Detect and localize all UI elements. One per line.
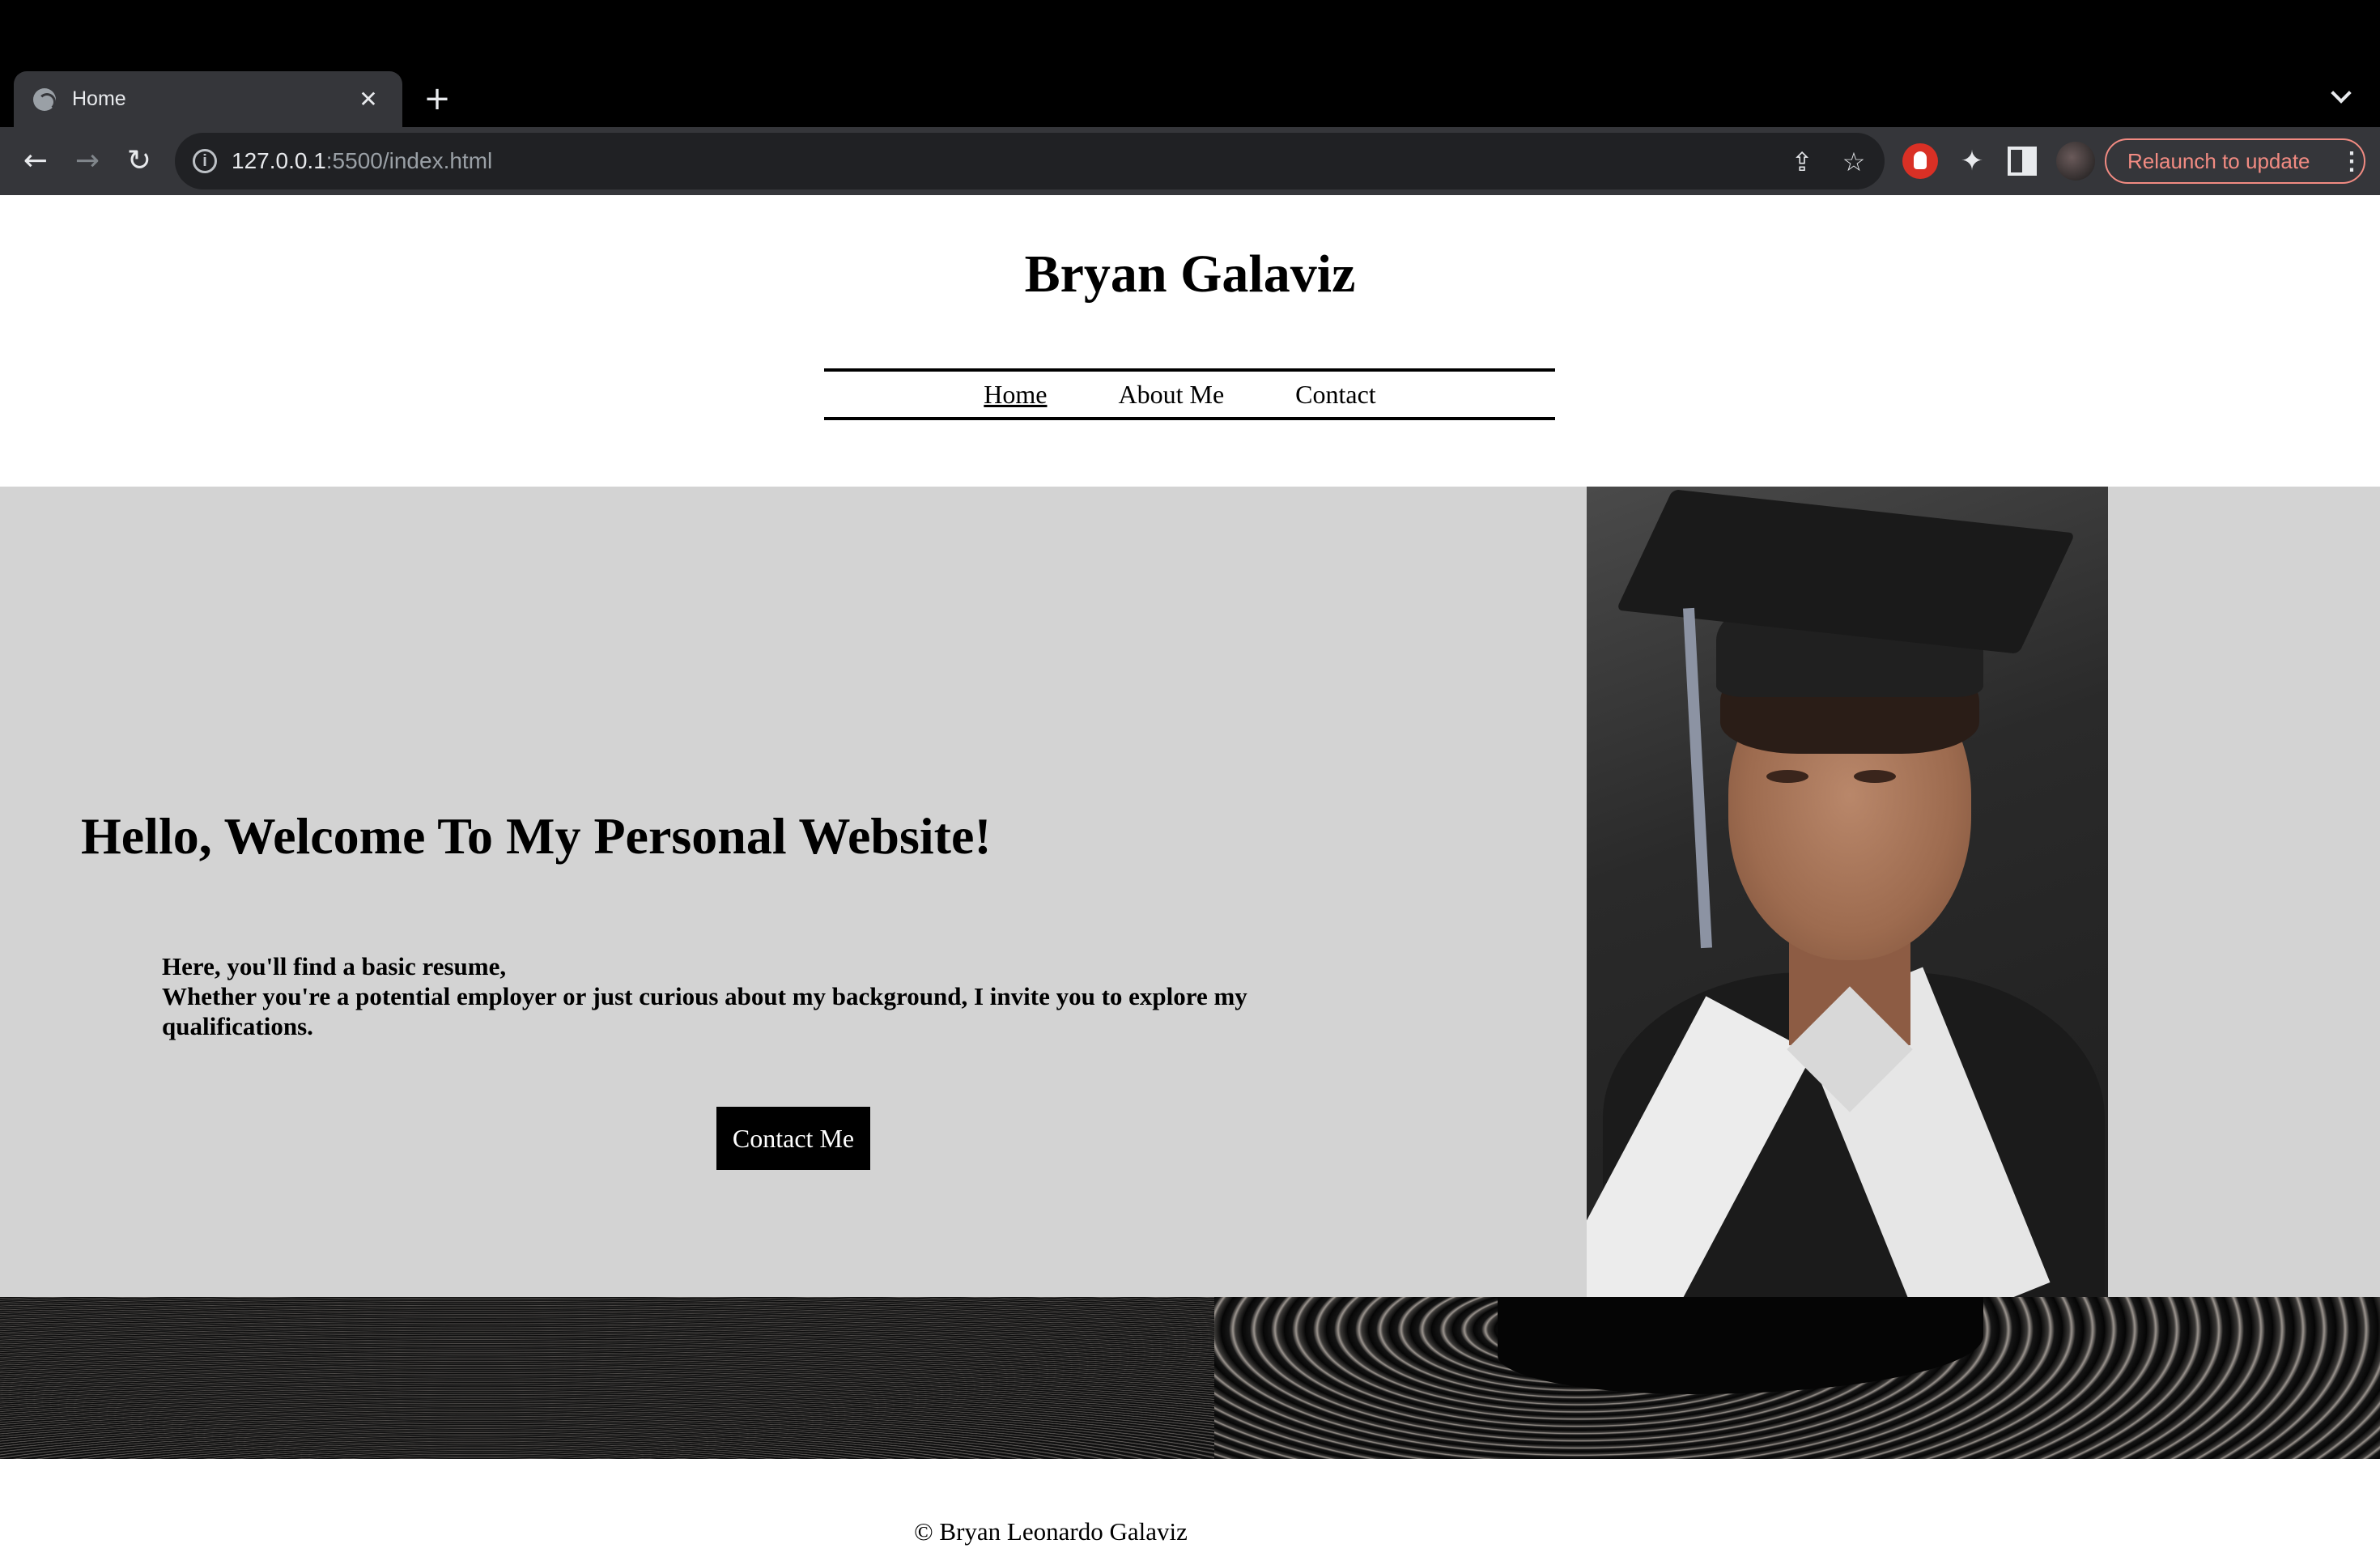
relaunch-button[interactable]: Relaunch to update ⋮ [2105,138,2365,184]
hero-section: Hello, Welcome To My Personal Website! H… [0,487,2380,1297]
hero-intro: Here, you'll find a basic resume, Whethe… [162,951,1311,1041]
bookmark-star-icon[interactable]: ☆ [1838,146,1870,178]
tab-title: Home [72,87,126,110]
nav-link-contact[interactable]: Contact [1295,380,1376,410]
forward-icon[interactable]: → [68,142,107,181]
address-bar[interactable]: i 127.0.0.1:5500/index.html ⇪ ☆ [175,133,1885,189]
close-tab-icon[interactable]: ✕ [354,86,383,113]
hero-intro-line-2: Whether you're a potential employer or j… [162,982,1247,1040]
puzzle-icon[interactable]: ✦ [1954,143,1990,179]
side-panel-icon[interactable] [2008,147,2037,176]
profile-avatar[interactable] [2056,142,2095,181]
site-nav: Home About Me Contact [824,368,1555,420]
web-page: Bryan Galaviz Home About Me Contact Hell… [0,195,2380,1548]
nav-link-home[interactable]: Home [984,380,1047,410]
new-tab-button[interactable]: + [419,78,455,120]
contact-me-button[interactable]: Contact Me [716,1107,870,1170]
hero-intro-line-1: Here, you'll find a basic resume, [162,952,507,980]
graduation-portrait-image [1587,487,2108,1297]
nav-link-about-me[interactable]: About Me [1119,380,1225,410]
browser-tab-home[interactable]: Home ✕ [14,71,402,127]
tab-search-chevron-icon[interactable] [2327,81,2356,110]
info-icon[interactable]: i [193,149,217,173]
extension-icon[interactable] [1902,143,1938,179]
globe-icon [33,87,56,111]
reload-icon[interactable]: ↻ [120,142,159,181]
url-text[interactable]: 127.0.0.1:5500/index.html [232,148,492,174]
menu-dots-icon[interactable]: ⋮ [2340,147,2364,176]
hero-heading: Hello, Welcome To My Personal Website! [81,807,992,865]
footer-copyright: © Bryan Leonardo Galaviz [914,1517,1188,1546]
share-icon[interactable]: ⇪ [1786,146,1818,178]
browser-tab-strip: Home ✕ + [0,0,2380,127]
abstract-waves-banner-image [0,1297,2380,1459]
relaunch-label: Relaunch to update [2127,148,2310,173]
site-title: Bryan Galaviz [1024,245,1356,304]
back-icon[interactable]: ← [16,142,55,181]
